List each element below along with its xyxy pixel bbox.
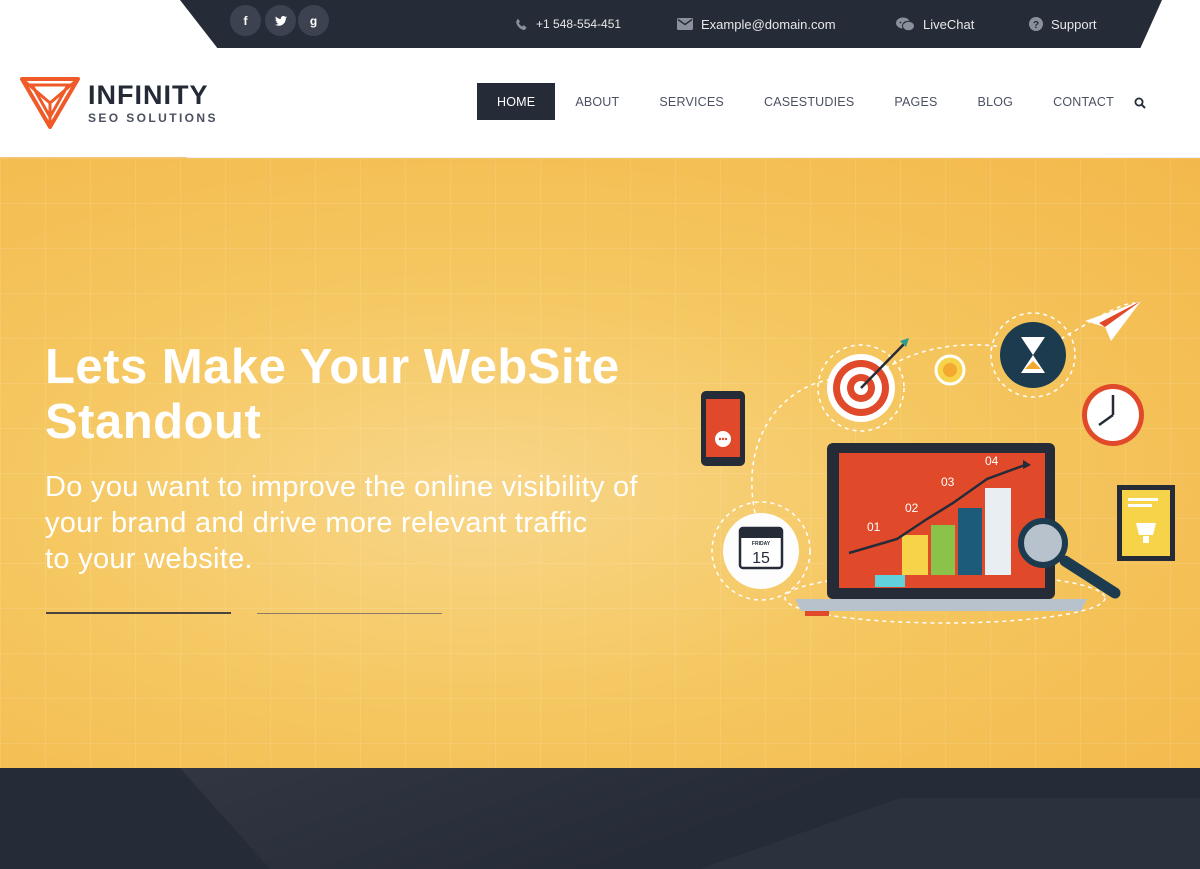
chat-bubbles-icon bbox=[896, 17, 915, 32]
google-plus-icon[interactable]: g bbox=[298, 5, 329, 36]
infinity-logo-icon bbox=[20, 77, 80, 129]
nav-home[interactable]: HOME bbox=[477, 83, 556, 120]
hero-title: Lets Make Your WebSite Standout bbox=[45, 340, 685, 450]
hero-subtitle-line2: your brand and drive more relevant traff… bbox=[45, 507, 588, 539]
phone-number: +1 548-554-451 bbox=[536, 17, 622, 31]
calendar-date: 15 bbox=[752, 550, 770, 567]
chart-label-02: 02 bbox=[905, 501, 919, 515]
facebook-icon[interactable]: f bbox=[230, 5, 261, 36]
svg-text:?: ? bbox=[1033, 20, 1039, 31]
nav-pages[interactable]: PAGES bbox=[874, 83, 957, 120]
phone-contact[interactable]: +1 548-554-451 bbox=[515, 15, 621, 33]
hero-subtitle: Do you want to improve the online visibi… bbox=[45, 469, 705, 577]
hero-title-line2: Standout bbox=[45, 395, 262, 449]
nav-casestudies[interactable]: CASESTUDIES bbox=[744, 83, 874, 120]
question-circle-icon: ? bbox=[1029, 17, 1043, 31]
clock-icon bbox=[1082, 384, 1144, 446]
hero-section: Lets Make Your WebSite Standout Do you w… bbox=[0, 158, 1200, 768]
nav-services[interactable]: SERVICES bbox=[639, 83, 744, 120]
envelope-icon bbox=[677, 18, 693, 30]
search-icon[interactable] bbox=[1131, 94, 1149, 112]
calendar-icon: FRIDAY 15 bbox=[711, 501, 811, 601]
email-contact[interactable]: Example@domain.com bbox=[677, 15, 836, 33]
main-nav: HOME ABOUT SERVICES CASESTUDIES PAGES BL… bbox=[477, 83, 1134, 120]
seo-illustration: FRIDAY 15 01 02 03 04 bbox=[701, 301, 1175, 624]
dark-section bbox=[0, 768, 1200, 869]
calendar-day: FRIDAY bbox=[752, 541, 771, 547]
paper-plane-icon bbox=[1085, 301, 1141, 341]
smartphone-icon bbox=[701, 391, 745, 466]
logo-name: INFINITY bbox=[88, 79, 209, 110]
livechat-link[interactable]: LiveChat bbox=[896, 15, 974, 33]
support-label: Support bbox=[1051, 16, 1097, 32]
chart-label-04: 04 bbox=[985, 454, 999, 468]
chart-label-01: 01 bbox=[867, 520, 881, 534]
livechat-label: LiveChat bbox=[923, 16, 975, 32]
twitter-icon[interactable] bbox=[265, 5, 296, 36]
nav-contact[interactable]: CONTACT bbox=[1033, 83, 1134, 120]
logo-tagline: SEO SOLUTIONS bbox=[88, 110, 218, 125]
nav-blog[interactable]: BLOG bbox=[958, 83, 1034, 120]
support-link[interactable]: ? Support bbox=[1029, 15, 1097, 33]
hero-subtitle-line3: to your website. bbox=[45, 543, 253, 575]
site-logo[interactable]: INFINITY SEO SOLUTIONS bbox=[20, 77, 218, 129]
chart-label-03: 03 bbox=[941, 475, 955, 489]
hero-subtitle-line1: Do you want to improve the online visibi… bbox=[45, 471, 638, 503]
target-icon bbox=[817, 338, 909, 432]
gear-icon bbox=[934, 354, 966, 386]
site-header: INFINITY SEO SOLUTIONS HOME ABOUT SERVIC… bbox=[0, 48, 1200, 158]
trophy-certificate-icon bbox=[1117, 485, 1175, 561]
hero-secondary-button[interactable] bbox=[257, 610, 442, 614]
nav-about[interactable]: ABOUT bbox=[555, 83, 639, 120]
hourglass-icon bbox=[990, 312, 1076, 398]
phone-icon bbox=[515, 18, 528, 31]
email-address: Example@domain.com bbox=[701, 16, 836, 32]
hero-primary-button[interactable] bbox=[46, 610, 231, 614]
hero-title-line1: Lets Make Your WebSite bbox=[45, 340, 620, 394]
